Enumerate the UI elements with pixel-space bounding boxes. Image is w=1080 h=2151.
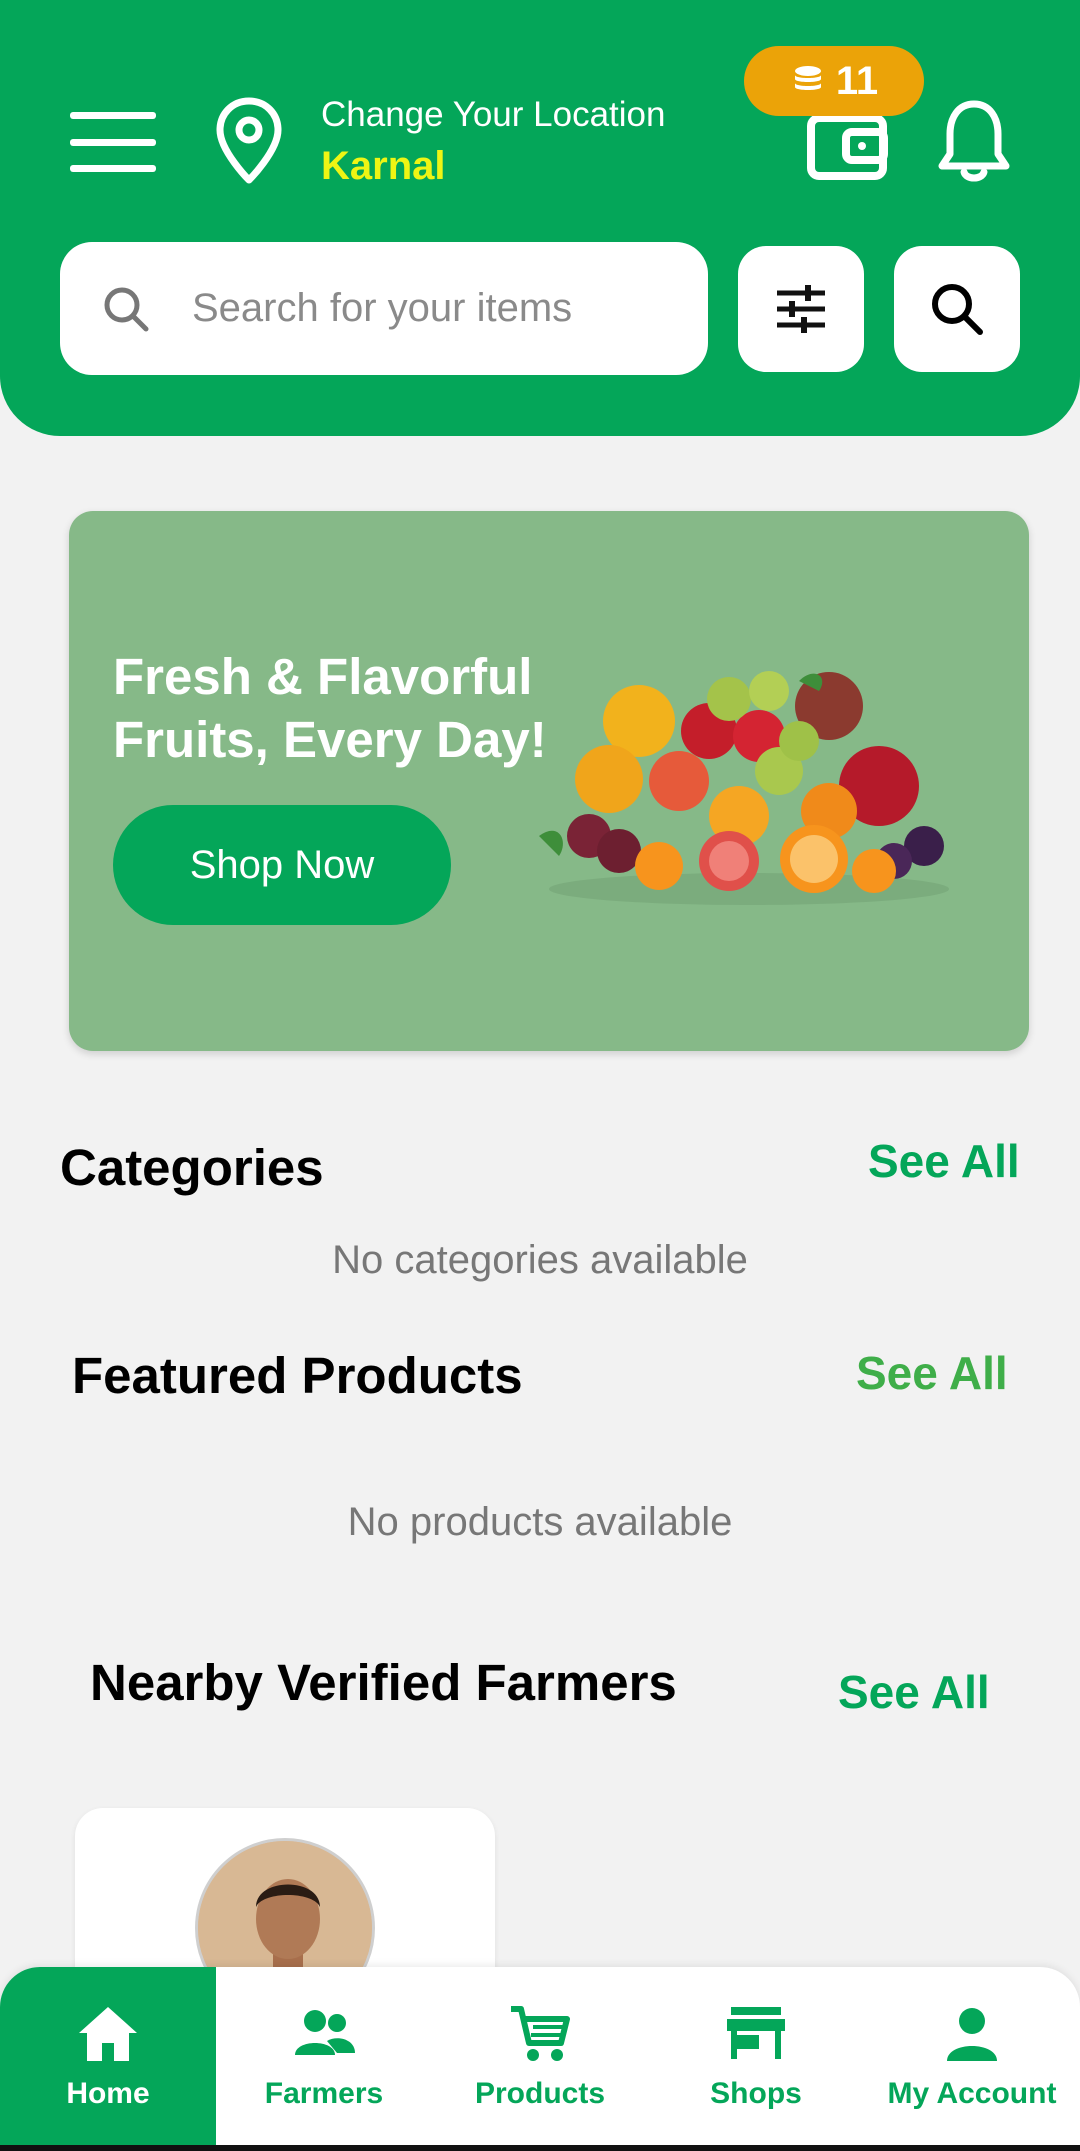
- nav-products[interactable]: Products: [432, 1967, 648, 2145]
- featured-see-all-link[interactable]: See All: [856, 1346, 1008, 1400]
- banner-title: Fresh & Flavorful Fruits, Every Day!: [113, 648, 547, 768]
- products-empty-message: No products available: [347, 1500, 733, 1544]
- person-icon: [947, 2008, 997, 2061]
- cart-icon: [511, 2006, 570, 2061]
- sliders-icon: [777, 285, 825, 333]
- nav-my-account[interactable]: My Account: [864, 1967, 1080, 2145]
- app-header: Change Your Location Karnal 11: [0, 0, 1080, 436]
- coin-count: 11: [835, 58, 879, 103]
- featured-products-title: Featured Products: [72, 1347, 523, 1404]
- farmers-see-all-link[interactable]: See All: [838, 1665, 990, 1719]
- change-location-link[interactable]: Change Your Location: [321, 95, 665, 135]
- location-pin-icon[interactable]: [214, 96, 284, 186]
- bottom-navigation: Home Farmers Products Shops My Account: [0, 1967, 1080, 2145]
- nav-farmers[interactable]: Farmers: [216, 1967, 432, 2145]
- people-icon: [295, 2010, 355, 2055]
- coins-icon: [794, 66, 821, 90]
- search-icon: [932, 284, 983, 335]
- system-gesture-bar: [0, 2145, 1080, 2151]
- nav-shops[interactable]: Shops: [648, 1967, 864, 2145]
- notification-bell-icon[interactable]: [934, 96, 1014, 186]
- search-bar[interactable]: [60, 242, 708, 375]
- search-button[interactable]: [894, 246, 1020, 372]
- location-city[interactable]: Karnal: [321, 144, 446, 189]
- nav-products-label: Products: [474, 2077, 606, 2110]
- nearby-farmers-title: Nearby Verified Farmers: [90, 1654, 677, 1711]
- nav-home-label: Home: [66, 2077, 150, 2110]
- search-icon: [104, 287, 149, 331]
- fruit-pile-image: [539, 671, 949, 905]
- search-input[interactable]: [192, 286, 672, 331]
- nav-my-account-label: My Account: [887, 2077, 1057, 2110]
- shop-now-button[interactable]: Shop Now: [113, 805, 451, 925]
- store-icon: [727, 2007, 785, 2059]
- wallet-icon[interactable]: [806, 110, 890, 180]
- nav-home[interactable]: Home: [0, 1967, 216, 2145]
- menu-icon[interactable]: [70, 112, 156, 172]
- home-icon: [79, 2007, 137, 2061]
- promo-banner[interactable]: Fresh & Flavorful Fruits, Every Day! Sho…: [69, 511, 1029, 1051]
- categories-see-all-link[interactable]: See All: [868, 1134, 1020, 1188]
- nav-shops-label: Shops: [710, 2077, 802, 2110]
- filter-button[interactable]: [738, 246, 864, 372]
- categories-title: Categories: [60, 1139, 324, 1196]
- nav-farmers-label: Farmers: [264, 2077, 384, 2110]
- categories-empty-message: No categories available: [332, 1238, 748, 1282]
- coin-balance-badge[interactable]: 11: [744, 46, 924, 116]
